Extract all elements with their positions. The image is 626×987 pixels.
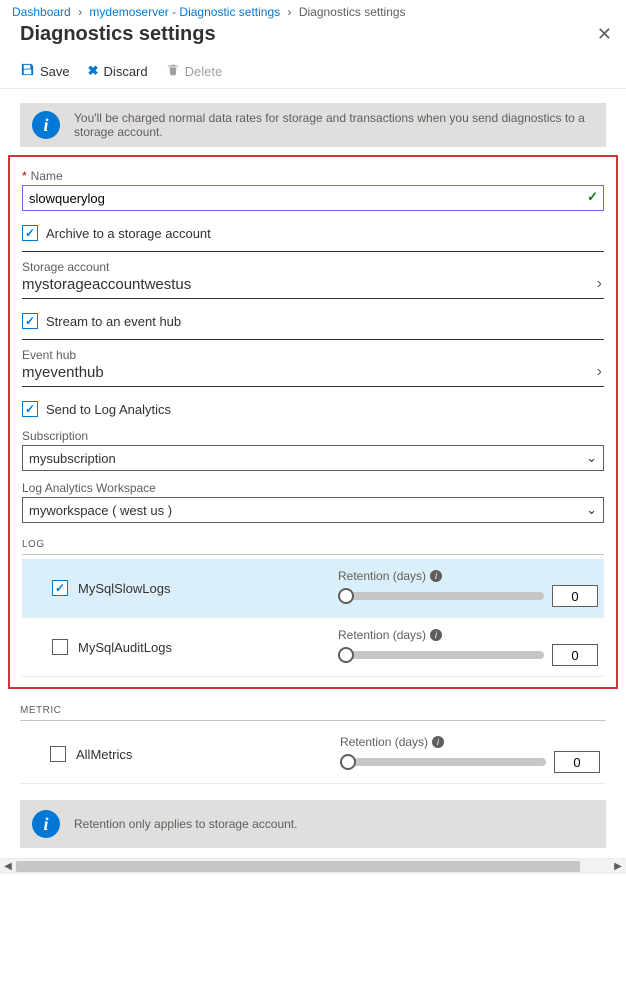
metric-row-allmetrics[interactable]: AllMetrics Retention (days)i: [20, 725, 606, 784]
breadcrumb-server[interactable]: mydemoserver - Diagnostic settings: [89, 5, 280, 19]
log-row-auditlogs[interactable]: MySqlAuditLogs Retention (days)i: [22, 618, 604, 677]
info-icon[interactable]: i: [432, 736, 444, 748]
valid-check-icon: ✓: [587, 189, 598, 205]
chevron-down-icon: ⌄: [586, 502, 597, 518]
chevron-right-icon: ›: [597, 275, 604, 293]
info-icon[interactable]: i: [430, 629, 442, 641]
trash-icon: [166, 63, 180, 80]
metric-section-header: METRIC: [20, 705, 606, 716]
workspace-label: Log Analytics Workspace: [22, 481, 604, 495]
save-icon: [20, 62, 35, 80]
discard-button[interactable]: ✖ Discard: [88, 60, 148, 82]
log-section-header: LOG: [22, 539, 604, 550]
subscription-label: Subscription: [22, 429, 604, 443]
metric-checkbox[interactable]: [50, 746, 66, 762]
breadcrumb: Dashboard › mydemoserver - Diagnostic se…: [0, 0, 626, 21]
page-title: Diagnostics settings: [20, 23, 216, 46]
scroll-right-icon[interactable]: ▶: [610, 861, 626, 872]
close-icon[interactable]: ✕: [597, 24, 612, 45]
name-input[interactable]: [22, 185, 604, 211]
stream-checkbox[interactable]: [22, 313, 38, 329]
event-hub-picker[interactable]: Event hub myeventhub ›: [22, 348, 604, 381]
horizontal-scrollbar[interactable]: ◀ ▶: [0, 858, 626, 874]
save-button[interactable]: Save: [20, 60, 70, 82]
chevron-down-icon: ⌄: [586, 450, 597, 466]
breadcrumb-current: Diagnostics settings: [299, 5, 406, 19]
storage-account-picker[interactable]: Storage account mystorageaccountwestus ›: [22, 260, 604, 293]
send-la-checkbox[interactable]: [22, 401, 38, 417]
subscription-dropdown[interactable]: mysubscription ⌄: [22, 445, 604, 471]
info-icon: i: [32, 111, 60, 139]
info-icon[interactable]: i: [430, 570, 442, 582]
info-banner-rates: i You'll be charged normal data rates fo…: [20, 103, 606, 147]
scroll-left-icon[interactable]: ◀: [0, 861, 16, 872]
info-icon: i: [32, 810, 60, 838]
retention-input[interactable]: [552, 644, 598, 666]
chevron-right-icon: ›: [287, 5, 291, 19]
log-row-slowlogs[interactable]: MySqlSlowLogs Retention (days)i: [22, 559, 604, 618]
chevron-right-icon: ›: [597, 363, 604, 381]
log-checkbox[interactable]: [52, 580, 68, 596]
info-banner-retention: i Retention only applies to storage acco…: [20, 800, 606, 848]
retention-slider[interactable]: [338, 592, 544, 600]
breadcrumb-dashboard[interactable]: Dashboard: [12, 5, 71, 19]
retention-input[interactable]: [554, 751, 600, 773]
highlighted-region: *Name ✓ Archive to a storage account Sto…: [8, 155, 618, 689]
send-la-label: Send to Log Analytics: [46, 402, 171, 417]
delete-button: Delete: [166, 60, 223, 82]
stream-label: Stream to an event hub: [46, 314, 181, 329]
chevron-right-icon: ›: [78, 5, 82, 19]
retention-slider[interactable]: [338, 651, 544, 659]
log-checkbox[interactable]: [52, 639, 68, 655]
retention-slider[interactable]: [340, 758, 546, 766]
workspace-dropdown[interactable]: myworkspace ( west us ) ⌄: [22, 497, 604, 523]
discard-icon: ✖: [88, 63, 99, 79]
name-label: *Name: [22, 169, 604, 183]
retention-input[interactable]: [552, 585, 598, 607]
archive-checkbox[interactable]: [22, 225, 38, 241]
archive-label: Archive to a storage account: [46, 226, 211, 241]
